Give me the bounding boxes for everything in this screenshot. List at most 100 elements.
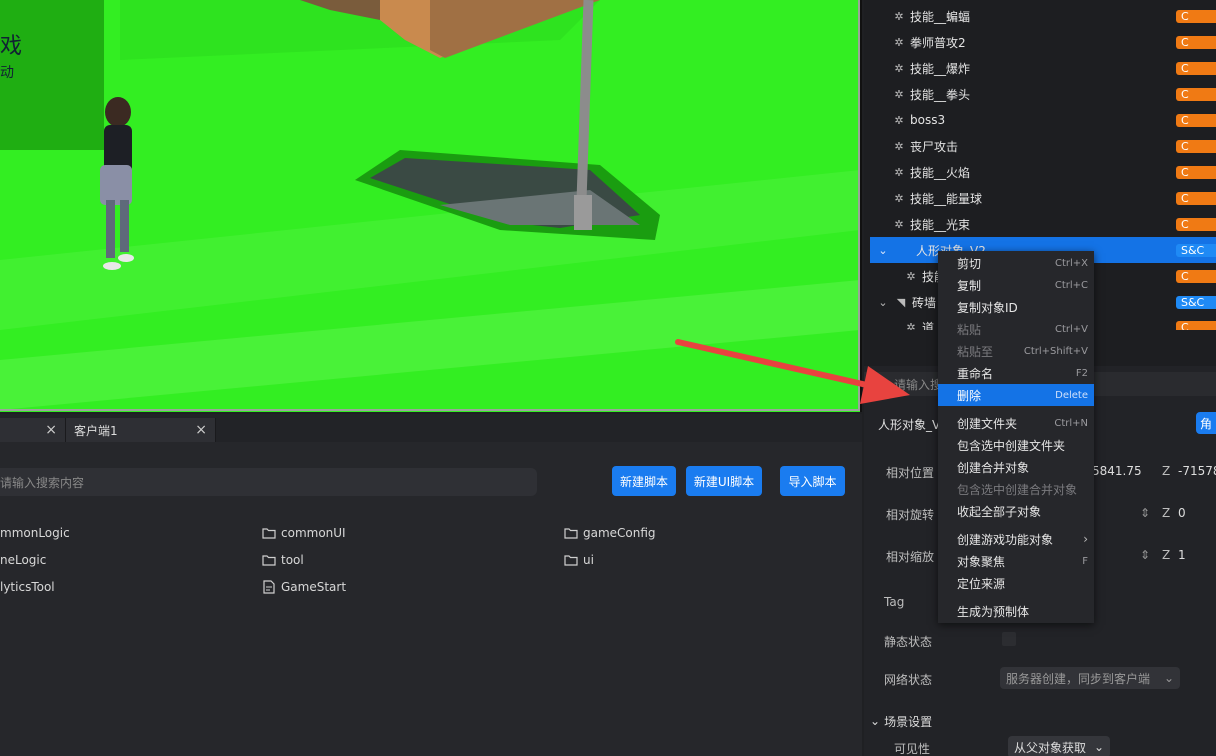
close-icon[interactable]: ×: [195, 422, 207, 438]
menu-item-rename[interactable]: 重命名 F2: [938, 362, 1094, 384]
script-file-name: GameStart: [281, 580, 347, 594]
network-badge: C: [1176, 140, 1216, 153]
menu-item-create-merge-with-selection[interactable]: 包含选中创建合并对象: [938, 478, 1094, 500]
network-badge: C: [1176, 62, 1216, 75]
network-badge: C: [1176, 192, 1216, 205]
close-icon[interactable]: ×: [45, 422, 57, 438]
folder-icon: [262, 555, 276, 566]
static-checkbox[interactable]: [1002, 632, 1016, 646]
folder-item[interactable]: ui: [564, 553, 594, 567]
stepper-icon[interactable]: ⇕: [1140, 506, 1150, 520]
scene-viewport[interactable]: 戏 动: [0, 0, 862, 412]
script-file-icon: [263, 580, 275, 594]
rotation-z-value[interactable]: 0: [1178, 506, 1186, 520]
tree-row-label: 丧尸攻击: [910, 139, 959, 154]
network-badge: C: [1176, 88, 1216, 101]
effect-icon: ✲: [894, 139, 904, 153]
network-dropdown[interactable]: 服务器创建，同步到客户端 ⌄: [1000, 667, 1180, 689]
position-z-value[interactable]: -71578: [1178, 464, 1216, 478]
folder-item[interactable]: tool: [262, 553, 304, 567]
object-name: 人形对象_V: [878, 418, 941, 432]
folder-item[interactable]: neLogic: [0, 553, 46, 567]
tree-row-label: 道: [922, 320, 935, 331]
role-button[interactable]: 角: [1196, 412, 1216, 434]
position-z-label: Z: [1162, 464, 1171, 478]
menu-item-delete[interactable]: 删除 Delete: [938, 384, 1094, 406]
tree-row[interactable]: ✲ boss3 C: [870, 107, 1216, 133]
tree-row[interactable]: ✲ 技能__火焰 C: [870, 159, 1216, 185]
tree-row-label: 拳师普攻2: [910, 35, 966, 50]
dropdown-value: 服务器创建，同步到客户端: [1006, 671, 1151, 686]
tree-row[interactable]: ✲ 技能__蝙蝠 C: [870, 3, 1216, 29]
editor-window: 戏 动 × 客户端1 × 请输入搜索内容 新建脚本 新建UI脚本 导入脚本 mm…: [0, 0, 1216, 756]
script-panel: × 客户端1 × 请输入搜索内容 新建脚本 新建UI脚本 导入脚本 mmonLo…: [0, 414, 862, 756]
menu-item-cut[interactable]: 剪切 Ctrl+X: [938, 252, 1094, 274]
menu-item-copy[interactable]: 复制 Ctrl+C: [938, 274, 1094, 296]
folder-icon: [564, 555, 578, 566]
script-search-input[interactable]: 请输入搜索内容: [0, 468, 537, 496]
folder-item[interactable]: gameConfig: [564, 526, 656, 540]
menu-item-copy-id[interactable]: 复制对象ID: [938, 296, 1094, 318]
network-badge: C: [1176, 270, 1216, 283]
chevron-down-icon[interactable]: ⌄: [876, 244, 890, 257]
folder-item[interactable]: commonUI: [262, 526, 346, 540]
viewport-overlay-title: 戏: [0, 34, 23, 59]
menu-item-make-prefab[interactable]: 生成为预制体: [938, 600, 1094, 622]
menu-item-create-folder[interactable]: 创建文件夹 Ctrl+N: [938, 412, 1094, 434]
tree-row-label: 技能__能量球: [910, 191, 983, 206]
position-y-value[interactable]: 5841.75: [1092, 464, 1142, 478]
chevron-right-icon: ›: [1083, 532, 1088, 546]
tab-previous[interactable]: ×: [0, 418, 66, 442]
script-tabbar: × 客户端1 ×: [0, 418, 216, 442]
search-placeholder: 请输入搜索内容: [0, 475, 85, 490]
menu-item-create-folder-with-selection[interactable]: 包含选中创建文件夹: [938, 434, 1094, 456]
network-label: 网络状态: [884, 673, 933, 687]
menu-item-paste-to[interactable]: 粘贴至 Ctrl+Shift+V: [938, 340, 1094, 362]
effect-icon: ✲: [894, 87, 904, 101]
tree-row[interactable]: ✲ 技能__能量球 C: [870, 185, 1216, 211]
import-script-button[interactable]: 导入脚本: [780, 466, 845, 496]
menu-item-collapse-children[interactable]: 收起全部子对象: [938, 500, 1094, 522]
new-script-button[interactable]: 新建脚本: [612, 466, 676, 496]
tab-client1[interactable]: 客户端1 ×: [66, 418, 216, 442]
rotation-z-label: Z: [1162, 506, 1171, 520]
scale-z-value[interactable]: 1: [1178, 548, 1186, 562]
new-ui-script-button[interactable]: 新建UI脚本: [686, 466, 762, 496]
menu-item-create-game-function[interactable]: 创建游戏功能对象 ›: [938, 528, 1094, 550]
rel-rotation-label: 相对旋转: [886, 508, 935, 522]
visibility-label: 可见性: [894, 742, 931, 756]
tree-row-label: 砖墙: [912, 295, 937, 310]
viewport-overlay-subtitle: 动: [0, 65, 14, 81]
tag-label: Tag: [884, 595, 905, 609]
scene-settings-header[interactable]: ⌄ 场景设置: [864, 710, 1216, 732]
tree-row[interactable]: ✲ 技能__拳头 C: [870, 81, 1216, 107]
folder-item[interactable]: lyticsTool: [0, 580, 55, 594]
tree-row[interactable]: ✲ 技能__光束 C: [870, 211, 1216, 237]
menu-item-create-merge[interactable]: 创建合并对象: [938, 456, 1094, 478]
effect-icon: ✲: [894, 9, 904, 23]
context-menu: 剪切 Ctrl+X 复制 Ctrl+C 复制对象ID 粘贴 Ctrl+V 粘贴至 Ctr…: [938, 251, 1094, 623]
tree-row[interactable]: ✲ 丧尸攻击 C: [870, 133, 1216, 159]
tree-row[interactable]: ✲ 拳师普攻2 C: [870, 29, 1216, 55]
visibility-dropdown[interactable]: 从父对象获取 ⌄: [1008, 736, 1110, 756]
static-label: 静态状态: [884, 635, 933, 649]
folder-icon: [262, 528, 276, 539]
script-file-item[interactable]: GameStart: [262, 580, 346, 594]
folder-name: lyticsTool: [0, 580, 55, 594]
chevron-down-icon[interactable]: ⌄: [876, 296, 890, 309]
stepper-icon[interactable]: ⇕: [1140, 548, 1150, 562]
folder-name: neLogic: [0, 553, 47, 567]
effect-icon: ✲: [894, 217, 904, 231]
tree-row[interactable]: ✲ 技能__爆炸 C: [870, 55, 1216, 81]
folder-name: tool: [281, 553, 304, 567]
tree-row-label: 技能__光束: [910, 217, 971, 232]
effect-icon: ✲: [906, 320, 916, 331]
folder-item[interactable]: mmonLogic: [0, 526, 70, 540]
network-badge: C: [1176, 36, 1216, 49]
effect-icon: ✲: [894, 165, 904, 179]
folder-name: mmonLogic: [0, 526, 70, 540]
menu-item-focus[interactable]: 对象聚焦 F: [938, 550, 1094, 572]
menu-item-paste[interactable]: 粘贴 Ctrl+V: [938, 318, 1094, 340]
menu-item-locate-source[interactable]: 定位来源: [938, 572, 1094, 594]
network-badge: C: [1176, 114, 1216, 127]
